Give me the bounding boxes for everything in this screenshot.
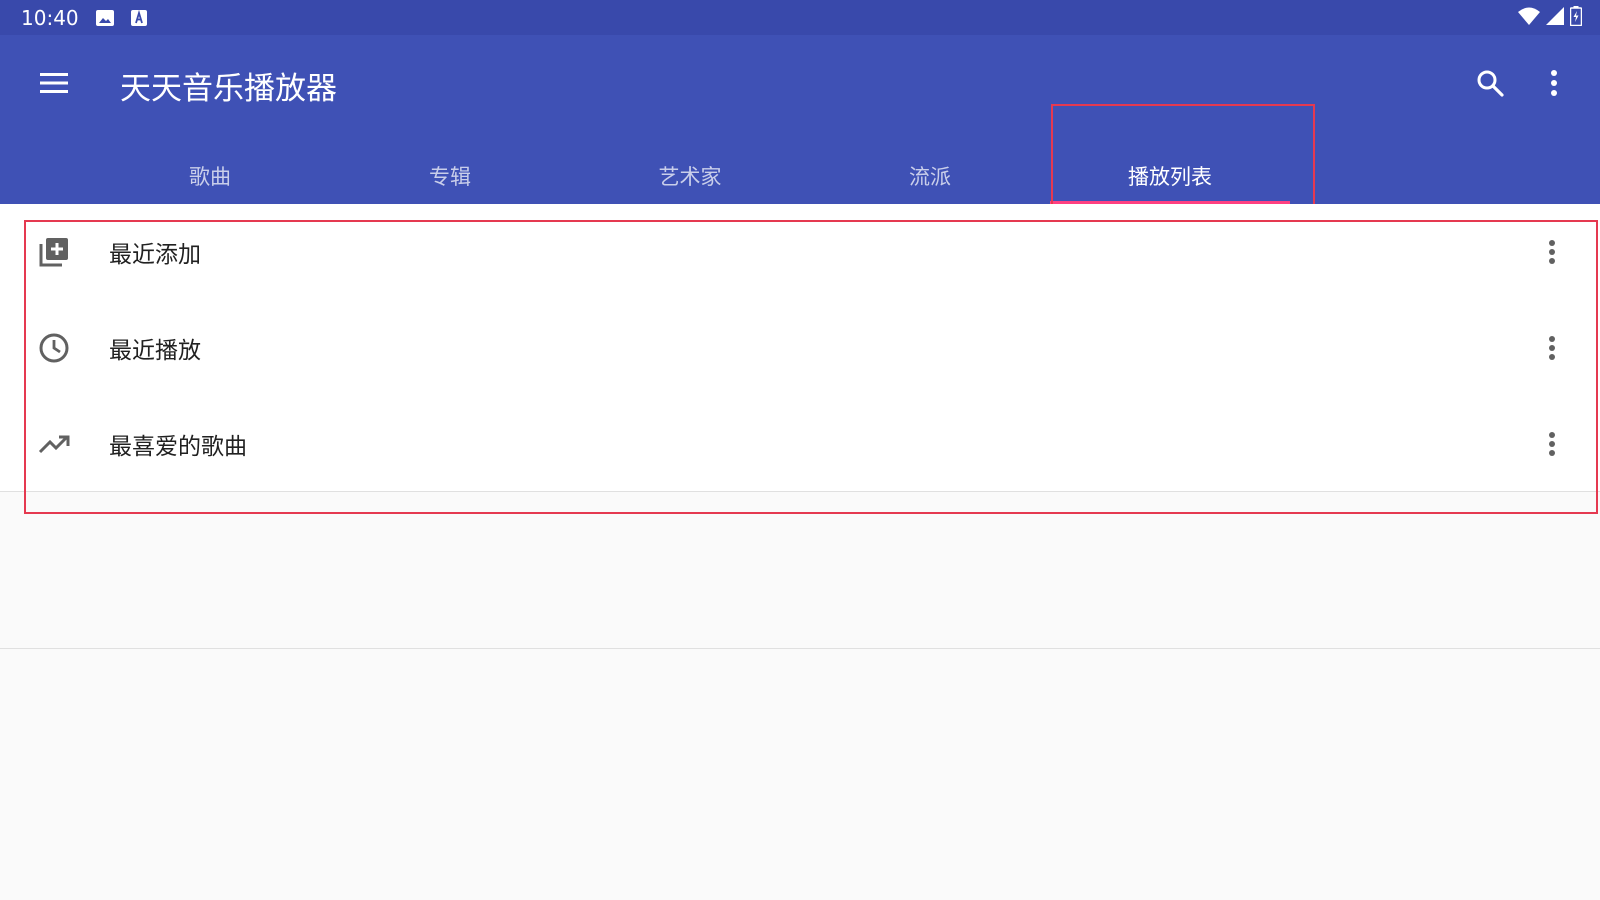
tab-albums[interactable]: 专辑 (330, 147, 570, 204)
tab-artists[interactable]: 艺术家 (570, 147, 810, 204)
status-time: 10:40 (21, 5, 79, 30)
tab-genres[interactable]: 流派 (810, 147, 1050, 204)
app-bar: 天天音乐播放器 歌曲 专辑 艺术家 流派 播放列表 (0, 35, 1600, 204)
more-vertical-icon[interactable] (1536, 65, 1572, 101)
list-item[interactable]: 最喜爱的歌曲 (0, 396, 1600, 492)
more-vertical-icon[interactable] (1534, 324, 1570, 372)
tab-label: 艺术家 (658, 164, 722, 189)
list-item-label: 最近播放 (109, 338, 201, 364)
list-item-label: 最近添加 (109, 242, 201, 268)
playlist-add-icon (36, 234, 72, 270)
list-item[interactable]: 最近播放 (0, 300, 1600, 396)
search-icon[interactable] (1472, 65, 1508, 101)
trending-up-icon (36, 426, 72, 462)
wifi-icon (1518, 7, 1540, 29)
list-item-label: 最喜爱的歌曲 (109, 434, 247, 460)
tab-bar: 歌曲 专辑 艺术家 流派 播放列表 (90, 147, 1290, 204)
tab-label: 专辑 (429, 164, 471, 189)
more-vertical-icon[interactable] (1534, 420, 1570, 468)
hamburger-menu-icon[interactable] (36, 65, 72, 101)
divider (0, 648, 1600, 649)
signal-icon (1546, 7, 1564, 29)
image-icon (95, 9, 114, 26)
tab-label: 播放列表 (1128, 164, 1212, 189)
playlist-list: 最近添加 最近播放 最喜爱的歌曲 (0, 204, 1600, 492)
list-item[interactable]: 最近添加 (0, 204, 1600, 300)
tab-label: 歌曲 (189, 164, 231, 189)
more-vertical-icon[interactable] (1534, 228, 1570, 276)
status-bar: 10:40 (0, 0, 1600, 35)
tab-label: 流派 (909, 164, 951, 189)
app-title: 天天音乐播放器 (120, 71, 337, 107)
a-icon (130, 9, 149, 26)
tab-playlists[interactable]: 播放列表 (1050, 147, 1290, 204)
clock-icon (36, 330, 72, 366)
tab-songs[interactable]: 歌曲 (90, 147, 330, 204)
battery-charging-icon (1569, 6, 1583, 30)
